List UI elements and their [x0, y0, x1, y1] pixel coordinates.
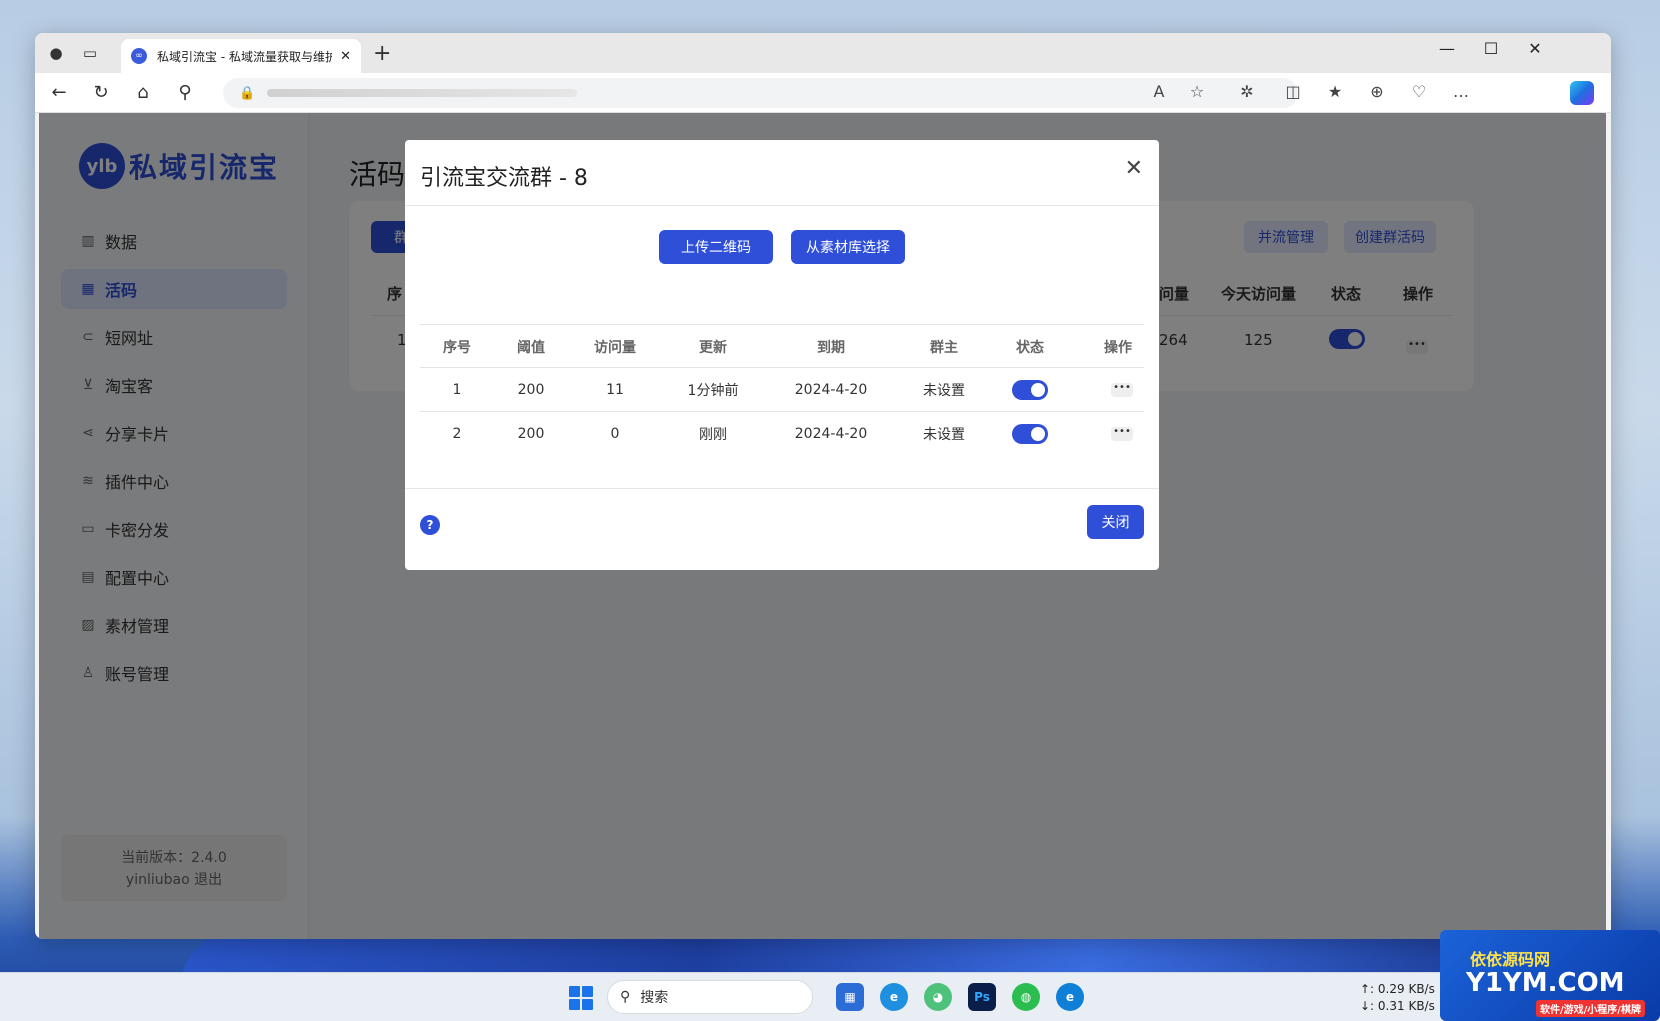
th-owner: 群主	[930, 340, 958, 356]
cell-updated: 1分钟前	[687, 383, 739, 399]
cell-seq: 2	[452, 426, 462, 442]
tab-title: 私域引流宝 - 私域流量获取与维护	[157, 49, 333, 64]
modal-footer: ? 关闭	[405, 488, 1159, 570]
th-ops: 操作	[1104, 340, 1132, 356]
modal-title: 引流宝交流群 - 8	[420, 166, 588, 191]
table-header: 序号 阈值 访问量 更新 到期 群主 状态 操作	[420, 324, 1144, 368]
net-down: ↓: 0.31 KB/s	[1360, 999, 1435, 1013]
url-text	[267, 89, 578, 97]
photoshop-icon[interactable]: Ps	[968, 983, 996, 1011]
windows-start-icon[interactable]	[569, 986, 593, 1010]
more-options-icon[interactable]: …	[1449, 82, 1473, 101]
cell-owner: 未设置	[923, 383, 965, 399]
wechat-icon[interactable]: ◍	[1012, 983, 1040, 1011]
cell-threshold: 200	[517, 382, 545, 398]
table-row: 2 200 0 刚刚 2024-4-20 未设置 •••	[420, 412, 1144, 456]
new-tab-button[interactable]: +	[373, 41, 391, 66]
lock-icon: 🔒	[239, 85, 256, 101]
row-more-button[interactable]: •••	[1111, 368, 1133, 412]
row-more-button[interactable]: •••	[1111, 412, 1133, 456]
address-bar: ← ↻ ⌂ ⚲ 🔒 A ☆ ✲ ◫ ★ ⊕ ♡ …	[35, 73, 1611, 113]
net-up: ↑: 0.29 KB/s	[1360, 982, 1435, 996]
taskbar: ⚲ 搜索 ▦ e ◕ Ps ◍ e ↑: 0.29 KB/s ↓: 0.31 K…	[0, 972, 1660, 1021]
cell-visits: 11	[606, 382, 624, 398]
tab-actions-icon[interactable]: ▭	[79, 42, 101, 64]
th-updated: 更新	[699, 340, 727, 356]
cell-expire: 2024-4-20	[794, 382, 868, 398]
close-button[interactable]: 关闭	[1087, 505, 1144, 539]
tab-favicon-icon: ∞	[131, 48, 147, 64]
copilot-icon[interactable]	[1570, 81, 1594, 105]
th-visits: 访问量	[594, 340, 636, 356]
search-icon: ⚲	[620, 989, 631, 1005]
store-icon[interactable]: ▦	[836, 983, 864, 1011]
status-toggle[interactable]	[1012, 412, 1048, 456]
cell-seq: 1	[452, 382, 462, 398]
close-icon[interactable]: ✕	[1125, 156, 1143, 181]
watermark-line-1: 依依源码网	[1470, 950, 1551, 969]
tab-bar: ● ▭ ∞ 私域引流宝 - 私域流量获取与维护 ✕ + — ☐ ✕	[35, 33, 1611, 73]
watermark-logo: 依依源码网 Y1YM.COM 软件/游戏/小程序/棋牌	[1440, 930, 1660, 1021]
tab-close-icon[interactable]: ✕	[340, 49, 351, 64]
browser-tab[interactable]: ∞ 私域引流宝 - 私域流量获取与维护 ✕	[121, 39, 361, 73]
edge-icon[interactable]: e	[880, 983, 908, 1011]
app-icon[interactable]: ◕	[924, 983, 952, 1011]
cell-visits: 0	[610, 426, 620, 442]
back-icon[interactable]: ←	[47, 82, 71, 103]
modal-header: 引流宝交流群 - 8 ✕	[405, 140, 1159, 206]
status-toggle[interactable]	[1012, 368, 1048, 412]
cell-updated: 刚刚	[699, 427, 727, 443]
extensions-icon[interactable]: ✲	[1235, 82, 1259, 101]
collections-icon[interactable]: ⊕	[1365, 82, 1389, 101]
help-icon[interactable]: ?	[420, 515, 440, 535]
performance-icon[interactable]: ♡	[1407, 82, 1431, 101]
watermark-line-3: 软件/游戏/小程序/棋牌	[1536, 1000, 1645, 1017]
search-placeholder: 搜索	[640, 990, 669, 1006]
favorite-star-icon[interactable]: ☆	[1185, 82, 1209, 101]
search-icon[interactable]: ⚲	[173, 82, 197, 103]
table-row: 1 200 11 1分钟前 2024-4-20 未设置 •••	[420, 368, 1144, 412]
refresh-icon[interactable]: ↻	[89, 82, 113, 103]
maximize-button[interactable]: ☐	[1471, 39, 1511, 58]
favorites-icon[interactable]: ★	[1323, 82, 1347, 101]
watermark-line-2: Y1YM.COM	[1466, 968, 1625, 998]
minimize-button[interactable]: —	[1427, 39, 1467, 58]
browser-window: ● ▭ ∞ 私域引流宝 - 私域流量获取与维护 ✕ + — ☐ ✕ ← ↻ ⌂ …	[35, 33, 1611, 939]
qr-table: 序号 阈值 访问量 更新 到期 群主 状态 操作 1 200 11 1分钟前 2…	[420, 324, 1144, 456]
url-field[interactable]: 🔒	[223, 78, 1298, 108]
page-viewport: ylb 私域引流宝 ▥数据 ▦活码 ⊂短网址 ⊻淘宝客 ⋖分享卡片 ≋插件中心 …	[39, 113, 1606, 939]
read-aloud-icon[interactable]: A	[1147, 82, 1171, 101]
profile-icon[interactable]: ●	[45, 42, 67, 64]
th-expire: 到期	[817, 340, 845, 356]
select-from-library-button[interactable]: 从素材库选择	[791, 230, 905, 264]
home-icon[interactable]: ⌂	[131, 82, 155, 103]
edge-dev-icon[interactable]: e	[1056, 983, 1084, 1011]
split-screen-icon[interactable]: ◫	[1281, 82, 1305, 101]
close-window-button[interactable]: ✕	[1515, 39, 1555, 58]
cell-owner: 未设置	[923, 427, 965, 443]
cell-expire: 2024-4-20	[794, 426, 868, 442]
th-threshold: 阈值	[517, 340, 545, 356]
qr-group-modal: 引流宝交流群 - 8 ✕ 上传二维码 从素材库选择 序号 阈值 访问量 更新 到…	[405, 140, 1159, 570]
th-seq: 序号	[443, 340, 471, 356]
taskbar-search[interactable]: ⚲ 搜索	[607, 980, 813, 1014]
net-speed: ↑: 0.29 KB/s ↓: 0.31 KB/s	[1360, 981, 1435, 1015]
cell-threshold: 200	[517, 426, 545, 442]
upload-qr-button[interactable]: 上传二维码	[659, 230, 773, 264]
th-status: 状态	[1016, 340, 1044, 356]
